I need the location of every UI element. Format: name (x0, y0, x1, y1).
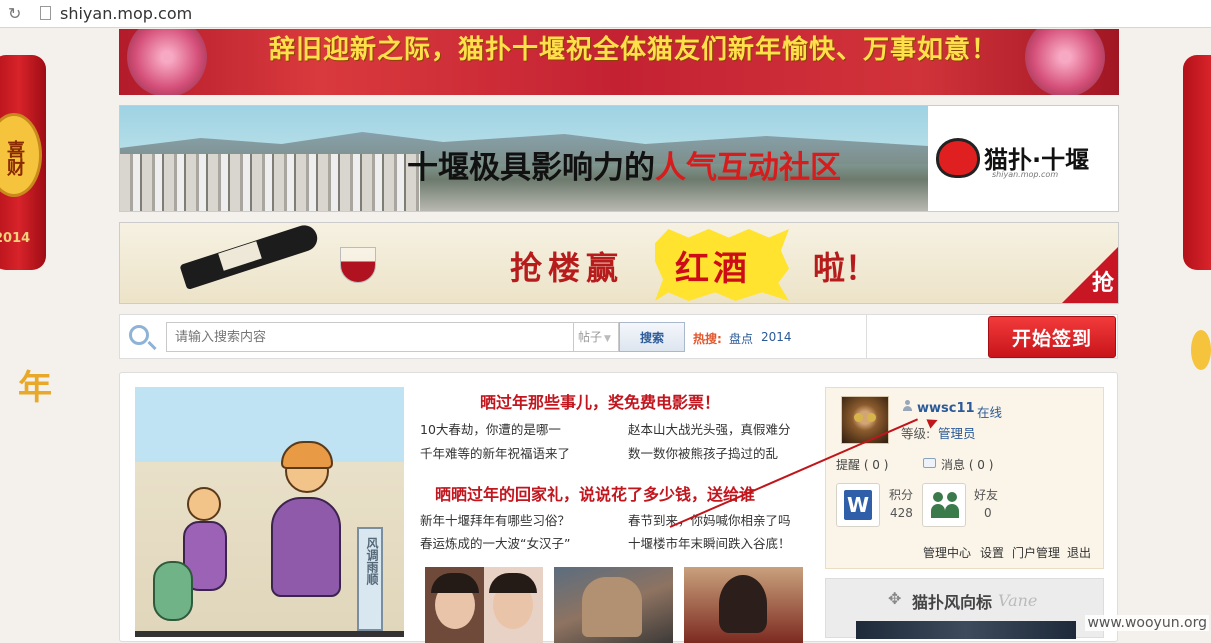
points-button[interactable]: W (836, 483, 880, 527)
page-icon (40, 6, 51, 20)
peony-icon (127, 29, 207, 95)
news-link[interactable]: 千年难等的新年祝福语来了 (420, 443, 570, 462)
promo-text-1: 抢楼赢 (510, 249, 625, 287)
level-link[interactable]: 管理员 (938, 423, 976, 442)
hot-search-link[interactable]: 盘点 (729, 330, 753, 347)
greeting-text: 辞旧迎新之际，猫扑十堰祝全体猫友们新年愉快、万事如意！ (269, 35, 999, 65)
reload-icon[interactable]: ↻ (8, 4, 21, 23)
search-bar: 帖子▼ 搜索 热搜: 盘点 2014 (119, 314, 867, 359)
peony-icon (1025, 29, 1105, 95)
community-banner[interactable]: 十堰极具影响力的人气互动社区 猫扑·十堰 shiyan.mop.com (119, 105, 1119, 212)
photo-thumbnail[interactable] (554, 567, 673, 643)
news-link[interactable]: 数一数你被熊孩子捣过的乱 (628, 443, 778, 462)
headline-link[interactable]: 晒过年那些事儿，奖免费电影票！ (480, 389, 720, 413)
search-button[interactable]: 搜索 (619, 322, 685, 352)
lantern-text: 喜财 (4, 140, 25, 176)
photo-thumbnail[interactable] (684, 567, 803, 643)
cartoon-figure (271, 497, 341, 597)
lantern-decoration-left: 喜财 2014 (0, 55, 46, 270)
watermark: www.wooyun.org (1085, 615, 1209, 631)
vane-section: ✥ 猫扑风向标 Vane (825, 578, 1104, 639)
news-link[interactable]: 十堰楼市年末瞬间跌入谷底！ (628, 533, 791, 552)
site-logo[interactable]: 猫扑·十堰 shiyan.mop.com (928, 106, 1118, 211)
face-photo (431, 573, 479, 629)
signin-button[interactable]: 开始签到 (988, 316, 1116, 358)
points-label: 积分 (889, 488, 914, 502)
user-info-box: wwsc11 在线 等级: 管理员 提醒 ( 0 ) 消息 ( 0 ) W 积分… (825, 387, 1104, 569)
settings-link[interactable]: 设置 (980, 544, 1004, 561)
gold-ornament-left: 年 (0, 290, 60, 430)
headline-link[interactable]: 晒晒过年的回家礼，说说花了多少钱，送给谁 (435, 481, 755, 505)
search-type-value: 帖子 (578, 330, 603, 344)
promo-text-2: 啦！ (813, 249, 878, 287)
slogan-black: 十堰极具影响力的 (407, 150, 655, 186)
hot-search-label: 热搜: (693, 332, 722, 346)
chevron-down-icon: ▼ (604, 334, 611, 344)
messages-link[interactable]: 消息 ( 0 ) (941, 456, 993, 473)
lantern-year: 2014 (0, 231, 31, 246)
search-type-select[interactable]: 帖子 ▼ (574, 322, 619, 352)
address-text[interactable]: shiyan.mop.com (60, 4, 192, 23)
ornament-char: 年 (18, 368, 52, 408)
grab-corner-text: 抢 (1091, 271, 1114, 296)
username-link[interactable]: wwsc11 (917, 401, 975, 416)
move-arrows-icon: ✥ (888, 589, 902, 608)
signin-area: 开始签到 (867, 314, 1118, 359)
vane-title: 猫扑风向标 (912, 593, 993, 612)
cartoon-kid-head (187, 487, 221, 521)
avatar[interactable] (841, 396, 889, 444)
news-link[interactable]: 赵本山大战光头强，真假难分 (628, 419, 791, 438)
featured-cartoon-image[interactable]: 风调雨顺 (135, 387, 404, 637)
message-icon (923, 458, 936, 468)
lantern-decoration-right (1183, 55, 1211, 270)
cat-mascot-icon (936, 138, 980, 178)
user-icon (902, 400, 913, 412)
hot-search-link[interactable]: 2014 (761, 330, 792, 344)
points-value: 428 (890, 506, 913, 520)
news-link[interactable]: 春节到来，你妈喊你相亲了吗 (628, 510, 791, 529)
level-label: 等级: (901, 426, 931, 441)
admin-center-link[interactable]: 管理中心 (923, 544, 971, 561)
friends-value: 0 (984, 506, 992, 520)
new-year-banner[interactable]: 辞旧迎新之际，猫扑十堰祝全体猫友们新年愉快、万事如意！ (119, 29, 1119, 95)
wine-glass-icon (340, 247, 376, 283)
news-link[interactable]: 新年十堰拜年有哪些习俗？ (420, 510, 570, 529)
cartoon-sign: 风调雨顺 (357, 527, 383, 631)
friends-icon (931, 492, 945, 520)
vane-image-strip (856, 621, 1076, 639)
banner-slogan: 十堰极具影响力的人气互动社区 (407, 142, 841, 187)
reminders-link[interactable]: 提醒 ( 0 ) (836, 456, 888, 473)
search-input[interactable] (166, 322, 574, 352)
grab-corner-badge: 抢 (1062, 247, 1118, 303)
photo-thumbnail[interactable] (425, 567, 543, 643)
cartoon-figure-hat (281, 441, 333, 469)
news-link[interactable]: 春运炼成的一大波“女汉子” (420, 533, 570, 552)
search-icon (129, 325, 149, 345)
vane-subtitle: Vane (998, 591, 1038, 610)
news-link[interactable]: 10大春劫，你遭的是哪一 (420, 419, 561, 438)
promo-highlight: 红酒 (675, 249, 751, 289)
cartoon-kid-2 (153, 561, 193, 621)
slogan-red: 人气互动社区 (655, 150, 841, 186)
wine-promo-banner[interactable]: 抢楼赢 红酒 啦！ 抢 (119, 222, 1119, 304)
cartoon-caption-bar (135, 631, 404, 637)
lantern-medallion: 喜财 (0, 113, 42, 197)
points-icon: W (844, 490, 872, 520)
friends-label: 好友 (974, 488, 999, 502)
friends-icon (945, 492, 959, 520)
face-photo (489, 573, 537, 629)
portal-admin-link[interactable]: 门户管理 (1012, 544, 1060, 561)
buildings (120, 154, 420, 211)
featured-panel: 风调雨顺 晒过年那些事儿，奖免费电影票！ 10大春劫，你遭的是哪一 赵本山大战光… (119, 372, 1118, 643)
friends-button[interactable] (922, 483, 966, 527)
online-status: 在线 (977, 405, 1003, 420)
browser-url-bar: ↻ shiyan.mop.com (0, 0, 1211, 28)
logout-link[interactable]: 退出 (1067, 544, 1091, 561)
logo-domain: shiyan.mop.com (992, 170, 1059, 179)
gold-ornament-right (1191, 330, 1211, 370)
